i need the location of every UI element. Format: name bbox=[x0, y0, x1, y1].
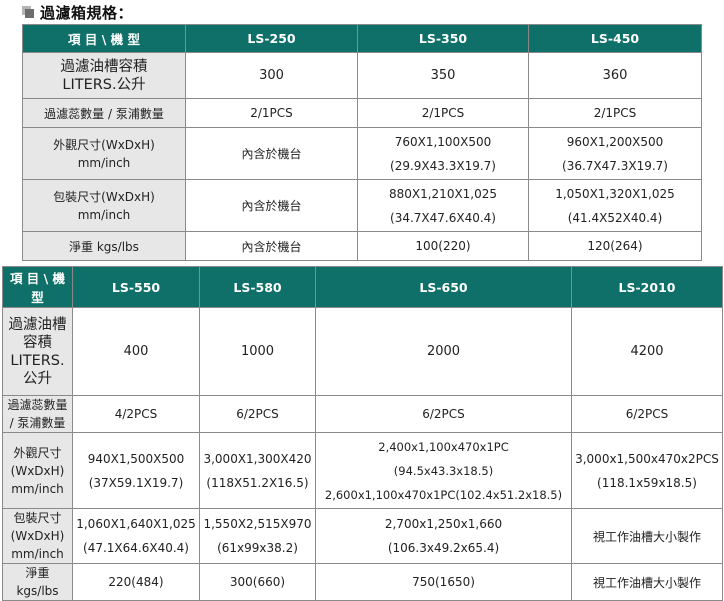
table-cell: 400 bbox=[72, 307, 200, 396]
header-cell: LS-580 bbox=[199, 266, 316, 308]
row-label: 淨重 kgs/lbs bbox=[22, 231, 186, 261]
table-cell: 6/2PCS bbox=[315, 395, 572, 433]
table-cell: 1,060X1,640X1,025 (47.1X64.6X40.4) bbox=[72, 508, 200, 564]
table-row: 外觀尺寸 (WxDxH) mm/inch 940X1,500X500 (37X59.1… bbox=[2, 432, 723, 509]
table-cell: 2000 bbox=[315, 307, 572, 396]
row-label: 外觀尺寸(WxDxH)mm/inch bbox=[22, 127, 186, 180]
header-cell: LS-450 bbox=[528, 24, 702, 53]
header-row: 項 目 \ 機 型 LS-550 LS-580 LS-650 LS-2010 bbox=[2, 266, 723, 308]
table-cell: 220(484) bbox=[72, 563, 200, 601]
table-cell: 940X1,500X500 (37X59.1X19.7) bbox=[72, 432, 200, 509]
table-row: 過濾蕊數量 / 泵浦數量 2/1PCS 2/1PCS 2/1PCS bbox=[22, 98, 702, 128]
row-label: 過濾蕊數量 / 泵浦數量 bbox=[2, 395, 73, 433]
table-row: 外觀尺寸(WxDxH) mm/inch 內含於機台 760X1,100X500 (2… bbox=[22, 127, 702, 180]
table-cell: 960X1,200X500 (36.7X47.3X19.7) bbox=[528, 127, 702, 180]
row-label: 包裝尺寸(WxDxH)mm/inch bbox=[22, 179, 186, 232]
table-cell: 1,550X2,515X970 (61x99x38.2) bbox=[199, 508, 316, 564]
table-cell: 6/2PCS bbox=[571, 395, 723, 433]
header-cell: LS-2010 bbox=[571, 266, 723, 308]
row-label: 淨重 kgs/lbs bbox=[2, 563, 73, 601]
table-cell: 300(660) bbox=[199, 563, 316, 601]
spec-table-2: 項 目 \ 機 型 LS-550 LS-580 LS-650 LS-2010 過… bbox=[2, 266, 723, 601]
table-cell: 4200 bbox=[571, 307, 723, 396]
table-cell: 3,000x1,500x470x2PCS (118.1x59x18.5) bbox=[571, 432, 723, 509]
header-cell: LS-250 bbox=[185, 24, 358, 53]
table-cell: 4/2PCS bbox=[72, 395, 200, 433]
table-cell: 內含於機台 bbox=[185, 127, 358, 180]
table-row: 包裝尺寸(WxDxH) mm/inch 內含於機台 880X1,210X1,025… bbox=[22, 179, 702, 232]
table-cell: 內含於機台 bbox=[185, 231, 358, 261]
table-cell: 視工作油槽大小製作 bbox=[571, 563, 723, 601]
header-row: 項 目 \ 機 型 LS-250 LS-350 LS-450 bbox=[22, 24, 702, 53]
table-row: 過濾蕊數量 / 泵浦數量 4/2PCS 6/2PCS 6/2PCS 6/2PCS bbox=[2, 395, 723, 433]
table-row: 淨重 kgs/lbs 內含於機台 100(220) 120(264) bbox=[22, 231, 702, 261]
row-label: 包裝尺寸(WxDxH)mm/inch bbox=[2, 508, 73, 564]
header-cell: LS-350 bbox=[357, 24, 529, 53]
section-title: 過濾箱規格： bbox=[40, 3, 134, 22]
header-cell: LS-650 bbox=[315, 266, 572, 308]
header-cell: 項 目 \ 機 型 bbox=[22, 24, 186, 53]
table-row: 過濾油槽 容積 LITERS. 公升 400 1000 2000 4200 bbox=[2, 307, 723, 396]
table-cell: 300 bbox=[185, 52, 358, 99]
table-cell: 350 bbox=[357, 52, 529, 99]
table-cell: 760X1,100X500 (29.9X43.3X19.7) bbox=[357, 127, 529, 180]
table-cell: 100(220) bbox=[357, 231, 529, 261]
spec-table-1: 項 目 \ 機 型 LS-250 LS-350 LS-450 過濾油槽容積 LIT… bbox=[22, 24, 702, 261]
table-cell: 2/1PCS bbox=[185, 98, 358, 128]
table-cell: 120(264) bbox=[528, 231, 702, 261]
row-label: 過濾油槽容積LITERS.公升 bbox=[22, 52, 186, 99]
table-cell: 2/1PCS bbox=[528, 98, 702, 128]
table-cell: 1,050X1,320X1,025 (41.4X52X40.4) bbox=[528, 179, 702, 232]
square-bullet-icon bbox=[22, 6, 34, 18]
table-cell: 2,700x1,250x1,660 (106.3x49.2x65.4) bbox=[315, 508, 572, 564]
table-cell: 視工作油槽大小製作 bbox=[571, 508, 723, 564]
table-cell: 2/1PCS bbox=[357, 98, 529, 128]
table-cell: 3,000X1,300X420 (118X51.2X16.5) bbox=[199, 432, 316, 509]
table-cell: 880X1,210X1,025 (34.7X47.6X40.4) bbox=[357, 179, 529, 232]
table-row: 包裝尺寸 (WxDxH) mm/inch 1,060X1,640X1,025 (47.… bbox=[2, 508, 723, 564]
table-cell: 750(1650) bbox=[315, 563, 572, 601]
row-label: 過濾蕊數量 / 泵浦數量 bbox=[22, 98, 186, 128]
header-cell: 項 目 \ 機 型 bbox=[2, 266, 73, 308]
table-cell: 2,400x1,100x470x1PC (94.5x43.3x18.5) 2,600… bbox=[315, 432, 572, 509]
table-row: 過濾油槽容積 LITERS.公升 300 350 360 bbox=[22, 52, 702, 99]
table-cell: 6/2PCS bbox=[199, 395, 316, 433]
header-cell: LS-550 bbox=[72, 266, 200, 308]
section-heading: 過濾箱規格： bbox=[22, 2, 133, 22]
table-cell: 內含於機台 bbox=[185, 179, 358, 232]
table-cell: 360 bbox=[528, 52, 702, 99]
row-label: 過濾油槽容積LITERS.公升 bbox=[2, 307, 73, 396]
table-cell: 1000 bbox=[199, 307, 316, 396]
row-label: 外觀尺寸(WxDxH)mm/inch bbox=[2, 432, 73, 509]
table-row: 淨重 kgs/lbs 220(484) 300(660) 750(1650) 視工… bbox=[2, 563, 723, 601]
